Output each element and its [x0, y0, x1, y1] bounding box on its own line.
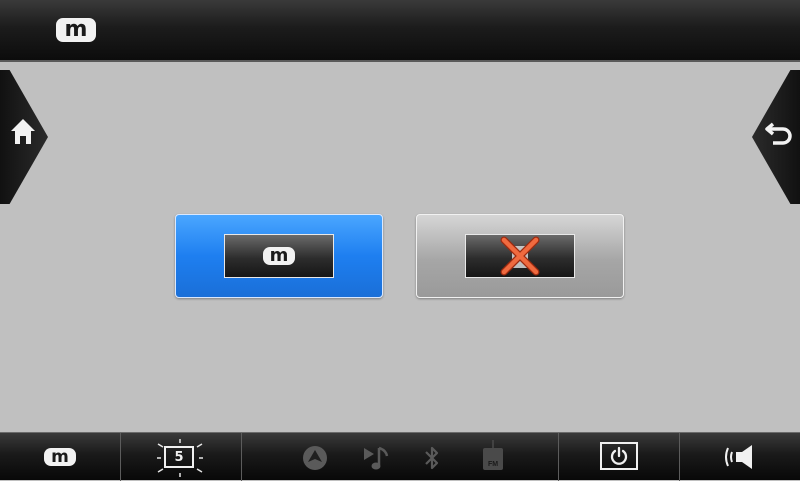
separator [679, 433, 680, 481]
cancel-button-face [465, 234, 575, 278]
confirm-button-face: m [224, 234, 334, 278]
m-logo-icon[interactable]: m [56, 18, 96, 42]
bottom-bar [0, 432, 800, 481]
bluetooth-icon[interactable] [423, 444, 441, 472]
home-icon[interactable] [10, 118, 36, 146]
separator [241, 433, 242, 481]
m-logo-icon: m [263, 247, 295, 265]
close-x-icon [500, 236, 540, 276]
cancel-button[interactable] [416, 214, 624, 298]
top-bar: m [0, 0, 800, 62]
power-icon [610, 446, 628, 465]
back-arrow-icon[interactable] [764, 118, 794, 148]
music-icon[interactable] [362, 444, 390, 472]
fm-radio-icon[interactable]: FM [483, 448, 503, 470]
power-button[interactable] [600, 442, 638, 470]
separator [120, 433, 121, 481]
display-5-icon[interactable]: 5 [164, 446, 194, 468]
confirm-button[interactable]: m [175, 214, 383, 298]
navigation-icon[interactable] [302, 445, 328, 471]
m-logo-icon[interactable]: m [44, 448, 76, 466]
separator [558, 433, 559, 481]
volume-icon[interactable] [722, 444, 758, 470]
